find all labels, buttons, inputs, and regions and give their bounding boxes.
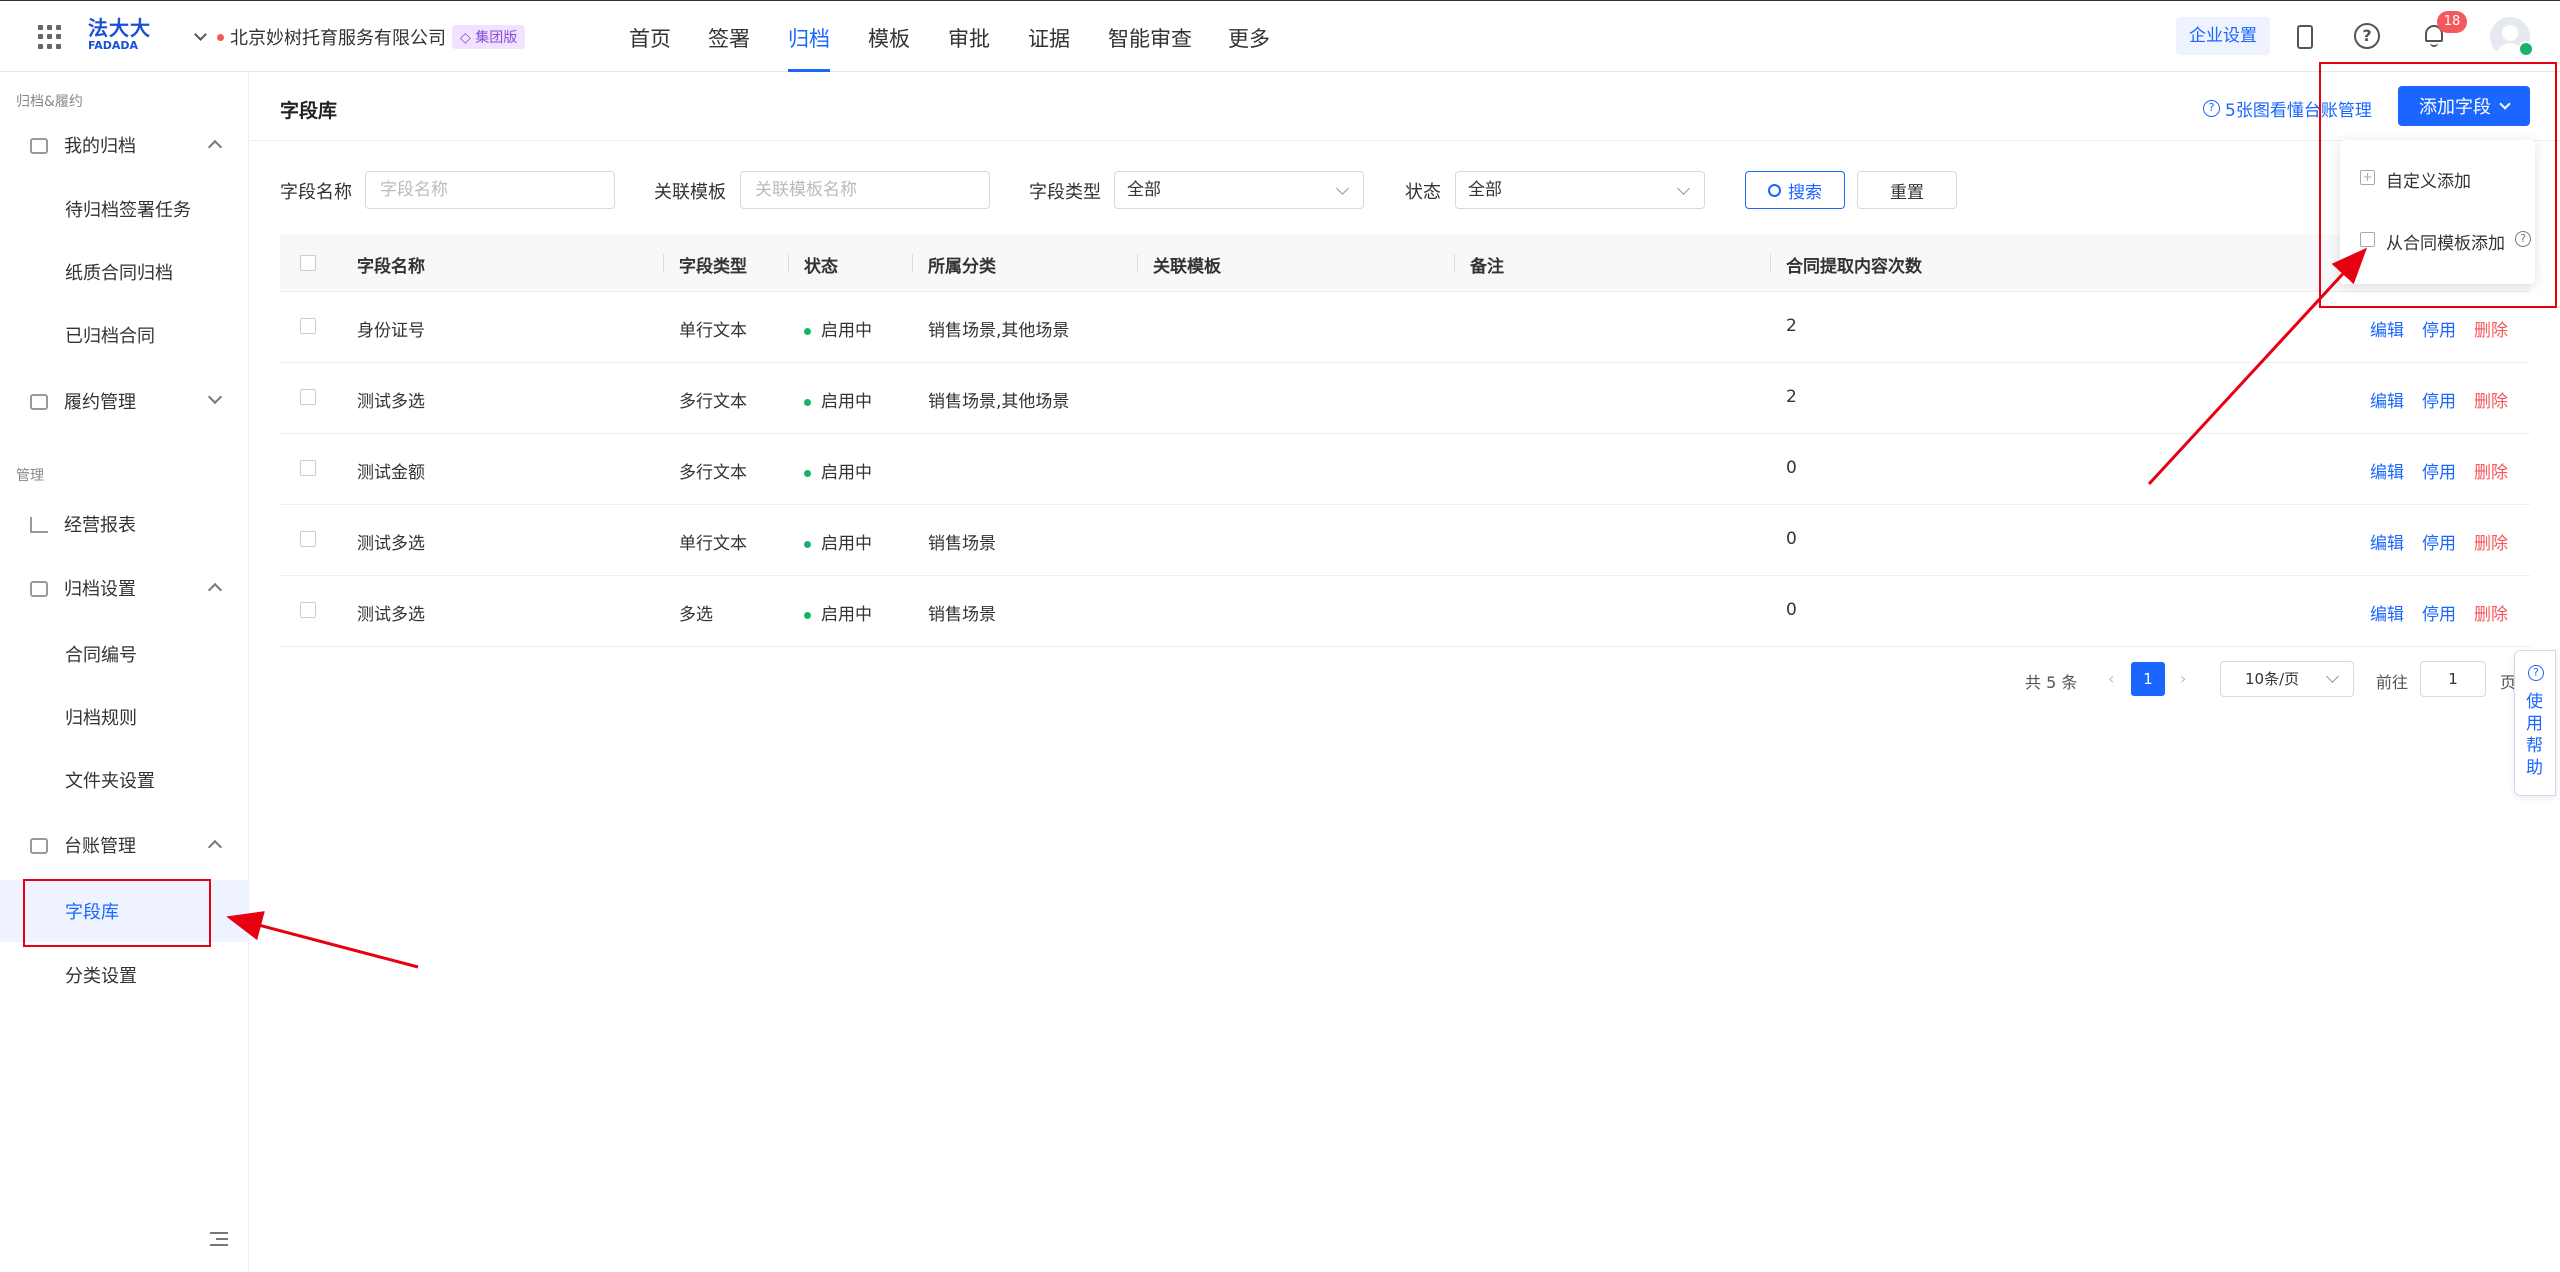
annotation-arrow-sidebar <box>226 911 419 969</box>
annotation-arrow-dropdown <box>2147 247 2368 486</box>
annotation-arrows <box>226 247 2368 969</box>
